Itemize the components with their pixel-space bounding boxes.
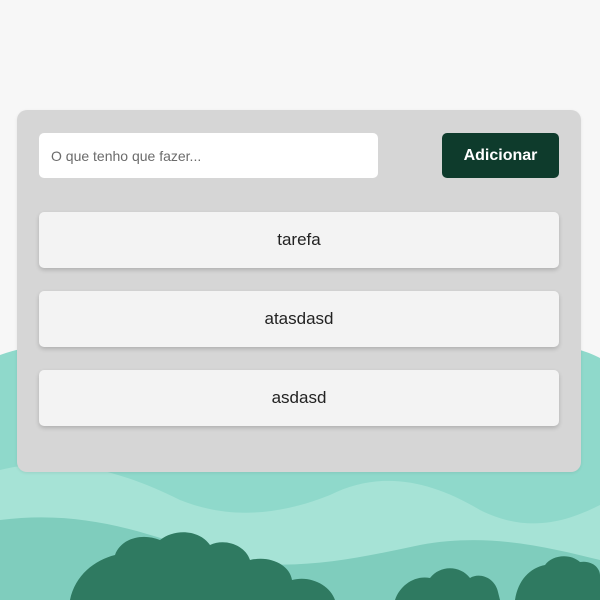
task-item[interactable]: tarefa [39, 212, 559, 268]
task-item[interactable]: atasdasd [39, 291, 559, 347]
task-item[interactable]: asdasd [39, 370, 559, 426]
task-label: tarefa [277, 230, 321, 249]
page: Adicionar tarefa atasdasd asdasd [0, 0, 600, 600]
task-label: atasdasd [264, 309, 334, 328]
add-button[interactable]: Adicionar [442, 133, 559, 178]
todo-card: Adicionar tarefa atasdasd asdasd [17, 110, 581, 472]
task-list: tarefa atasdasd asdasd [39, 212, 559, 449]
task-input[interactable] [39, 133, 378, 178]
task-label: asdasd [271, 388, 327, 407]
